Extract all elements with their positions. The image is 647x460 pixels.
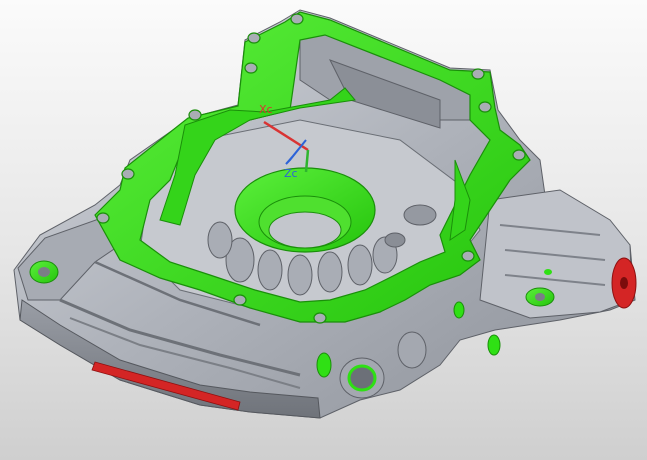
cad-model-view[interactable] — [0, 0, 647, 460]
cad-graphics-window[interactable]: Xc Zc — [0, 0, 647, 460]
